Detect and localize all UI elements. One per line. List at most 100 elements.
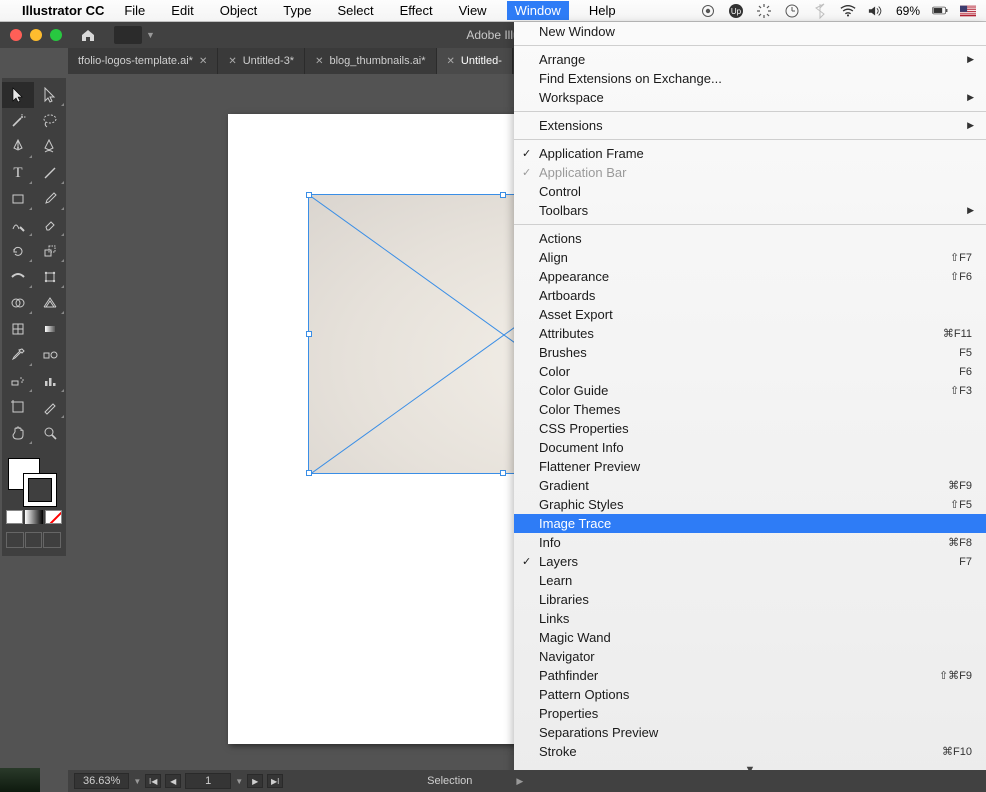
width-tool[interactable] (2, 264, 34, 290)
menu-help[interactable]: Help (583, 1, 622, 20)
stroke-color[interactable] (24, 474, 56, 506)
menu-item-graphic-styles[interactable]: Graphic Styles⇧F5 (514, 495, 986, 514)
free-transform-tool[interactable] (34, 264, 66, 290)
menu-window[interactable]: Window (507, 1, 569, 20)
document-tab[interactable]: ✕Untitled-3* (218, 48, 305, 74)
rotate-tool[interactable] (2, 238, 34, 264)
draw-normal[interactable] (6, 532, 24, 548)
chevron-down-icon[interactable]: ▼ (133, 777, 141, 786)
flag-icon[interactable] (960, 3, 976, 19)
perspective-grid-tool[interactable] (34, 290, 66, 316)
menu-item-align[interactable]: Align⇧F7 (514, 248, 986, 267)
arrange-documents-button[interactable] (114, 26, 142, 44)
selection-handle[interactable] (306, 470, 312, 476)
menu-item-color[interactable]: ColorF6 (514, 362, 986, 381)
menu-object[interactable]: Object (214, 1, 264, 20)
selection-handle[interactable] (500, 470, 506, 476)
gradient-mode[interactable] (25, 510, 42, 524)
document-tab[interactable]: ✕Untitled- (437, 48, 513, 74)
close-tab-icon[interactable]: ✕ (199, 56, 207, 67)
menu-item-properties[interactable]: Properties (514, 704, 986, 723)
upwork-icon[interactable]: Up (728, 3, 744, 19)
first-artboard-button[interactable]: I◀ (145, 774, 161, 788)
eraser-tool[interactable] (34, 212, 66, 238)
menu-item-new-window[interactable]: New Window (514, 22, 986, 41)
curvature-tool[interactable] (34, 134, 66, 160)
selection-handle[interactable] (306, 331, 312, 337)
last-artboard-button[interactable]: ▶I (267, 774, 283, 788)
battery-icon[interactable] (932, 3, 948, 19)
draw-behind[interactable] (25, 532, 43, 548)
chevron-down-icon[interactable]: ▼ (235, 777, 243, 786)
volume-icon[interactable] (868, 3, 884, 19)
menu-item-pathfinder[interactable]: Pathfinder⇧⌘F9 (514, 666, 986, 685)
wifi-icon[interactable] (840, 3, 856, 19)
menu-type[interactable]: Type (277, 1, 317, 20)
menu-item-arrange[interactable]: Arrange (514, 50, 986, 69)
hand-tool[interactable] (2, 420, 34, 446)
scale-tool[interactable] (34, 238, 66, 264)
menu-view[interactable]: View (453, 1, 493, 20)
magic-wand-tool[interactable] (2, 108, 34, 134)
next-artboard-button[interactable]: ▶ (247, 774, 263, 788)
type-tool[interactable]: T (2, 160, 34, 186)
menu-item-control[interactable]: Control (514, 182, 986, 201)
gradient-tool[interactable] (34, 316, 66, 342)
close-tab-icon[interactable]: ✕ (315, 56, 323, 67)
menu-item-color-themes[interactable]: Color Themes (514, 400, 986, 419)
menu-item-pattern-options[interactable]: Pattern Options (514, 685, 986, 704)
menu-item-info[interactable]: Info⌘F8 (514, 533, 986, 552)
mesh-tool[interactable] (2, 316, 34, 342)
menu-item-toolbars[interactable]: Toolbars (514, 201, 986, 220)
pen-tool[interactable] (2, 134, 34, 160)
menu-item-workspace[interactable]: Workspace (514, 88, 986, 107)
menu-item-separations-preview[interactable]: Separations Preview (514, 723, 986, 742)
close-tab-icon[interactable]: ✕ (228, 56, 236, 67)
menu-item-links[interactable]: Links (514, 609, 986, 628)
menu-item-document-info[interactable]: Document Info (514, 438, 986, 457)
eyedropper-tool[interactable] (2, 342, 34, 368)
direct-selection-tool[interactable] (34, 82, 66, 108)
close-tab-icon[interactable]: ✕ (447, 56, 455, 67)
shaper-tool[interactable] (2, 212, 34, 238)
selection-handle[interactable] (500, 192, 506, 198)
menu-item-learn[interactable]: Learn (514, 571, 986, 590)
selection-tool[interactable] (2, 82, 34, 108)
menu-item-layers[interactable]: ✓LayersF7 (514, 552, 986, 571)
menu-item-extensions[interactable]: Extensions (514, 116, 986, 135)
menu-item-artboards[interactable]: Artboards (514, 286, 986, 305)
fill-stroke-swatch[interactable] (2, 452, 66, 552)
selection-handle[interactable] (306, 192, 312, 198)
menu-item-navigator[interactable]: Navigator (514, 647, 986, 666)
menu-edit[interactable]: Edit (165, 1, 199, 20)
menu-item-color-guide[interactable]: Color Guide⇧F3 (514, 381, 986, 400)
zoom-level[interactable]: 36.63% (74, 773, 129, 789)
menu-file[interactable]: File (118, 1, 151, 20)
column-graph-tool[interactable] (34, 368, 66, 394)
menu-item-appearance[interactable]: Appearance⇧F6 (514, 267, 986, 286)
bluetooth-icon[interactable] (812, 3, 828, 19)
color-mode[interactable] (6, 510, 23, 524)
artboard-number[interactable]: 1 (185, 773, 231, 789)
minimize-window-button[interactable] (30, 29, 42, 41)
menu-item-attributes[interactable]: Attributes⌘F11 (514, 324, 986, 343)
menu-item-actions[interactable]: Actions (514, 229, 986, 248)
menu-item-find-extensions-on-exchange[interactable]: Find Extensions on Exchange... (514, 69, 986, 88)
menu-item-stroke[interactable]: Stroke⌘F10 (514, 742, 986, 761)
menu-item-css-properties[interactable]: CSS Properties (514, 419, 986, 438)
blend-tool[interactable] (34, 342, 66, 368)
menu-item-gradient[interactable]: Gradient⌘F9 (514, 476, 986, 495)
clock-icon[interactable] (784, 3, 800, 19)
draw-inside[interactable] (43, 532, 61, 548)
symbol-sprayer-tool[interactable] (2, 368, 34, 394)
menu-item-magic-wand[interactable]: Magic Wand (514, 628, 986, 647)
menu-item-image-trace[interactable]: Image Trace (514, 514, 986, 533)
zoom-window-button[interactable] (50, 29, 62, 41)
prev-artboard-button[interactable]: ◀ (165, 774, 181, 788)
close-window-button[interactable] (10, 29, 22, 41)
document-tab[interactable]: ✕blog_thumbnails.ai* (305, 48, 436, 74)
document-tab[interactable]: tfolio-logos-template.ai*✕ (68, 48, 218, 74)
menu-item-brushes[interactable]: BrushesF5 (514, 343, 986, 362)
shape-builder-tool[interactable] (2, 290, 34, 316)
cloud-status-icon[interactable] (700, 3, 716, 19)
